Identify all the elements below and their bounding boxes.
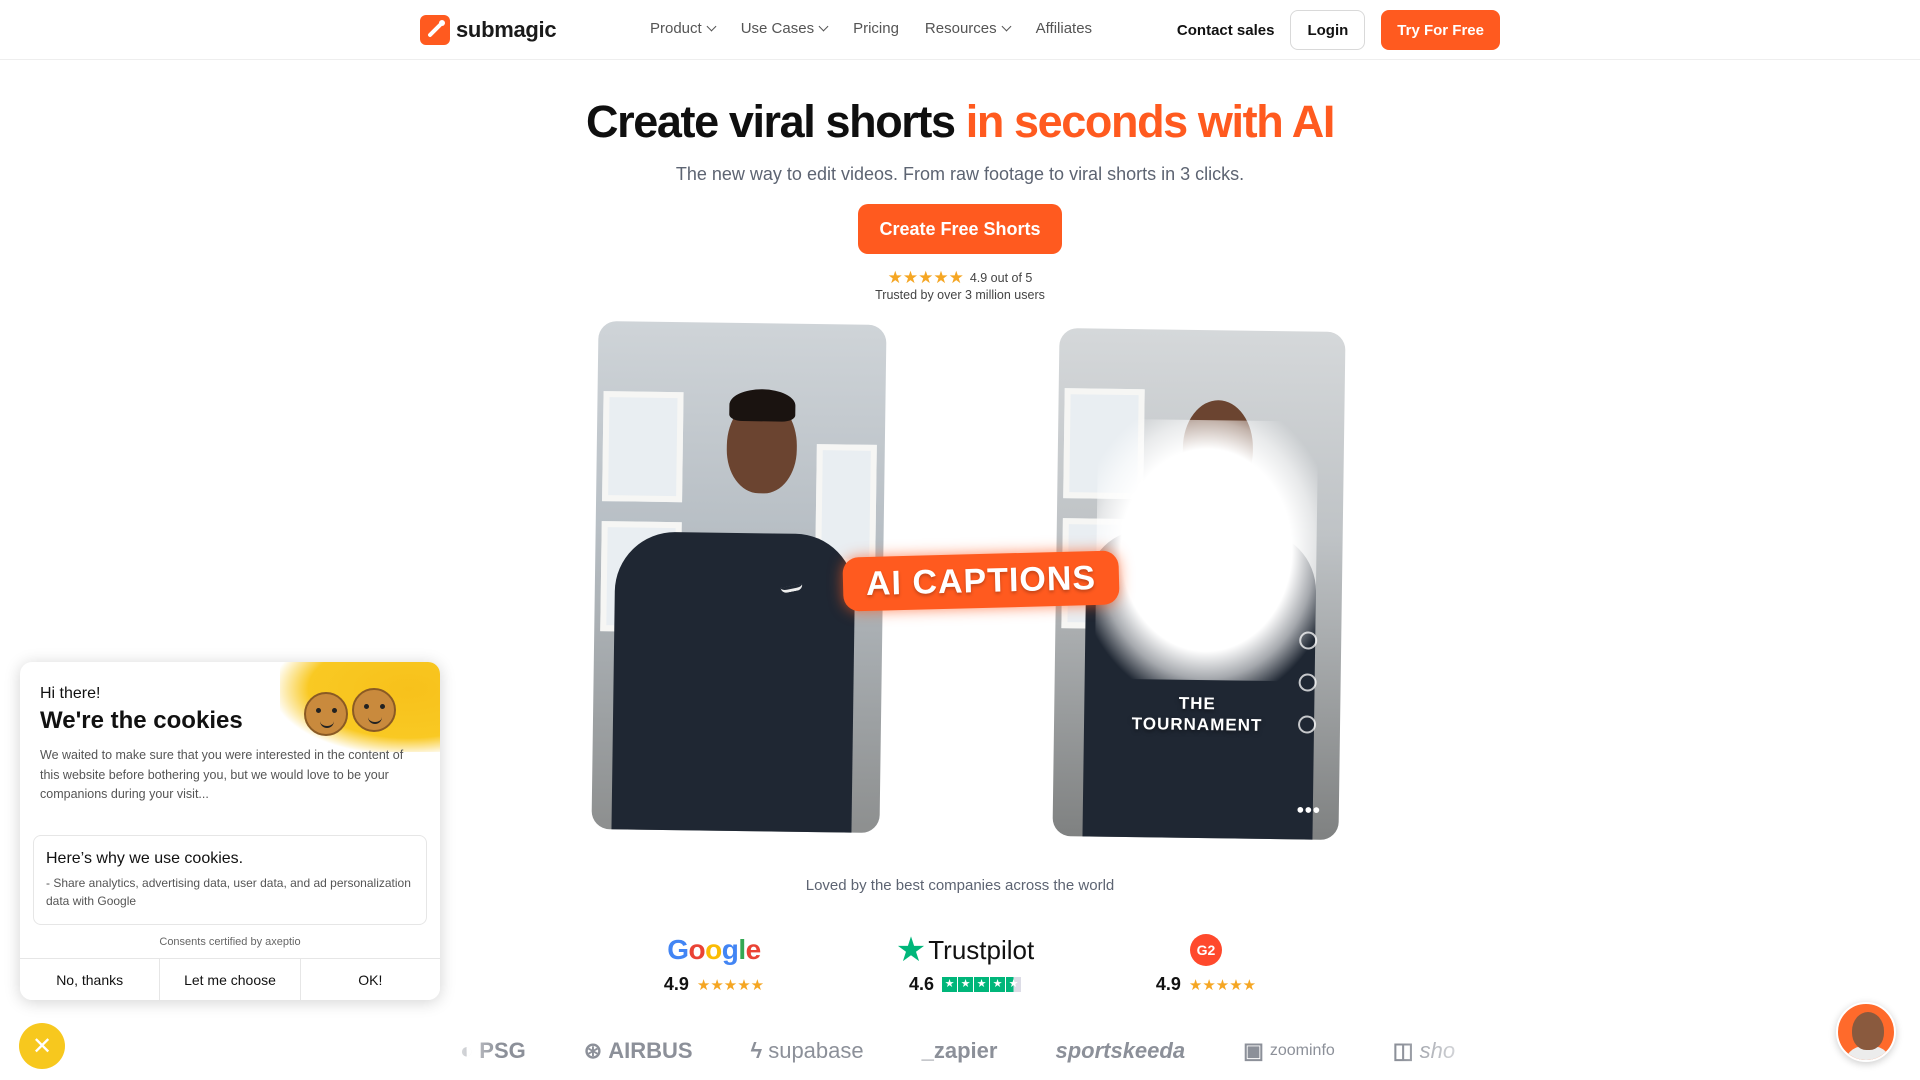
ai-captions-badge: AI CAPTIONS bbox=[842, 550, 1120, 612]
chevron-down-icon bbox=[706, 21, 717, 32]
close-icon[interactable]: ✕ bbox=[19, 1023, 65, 1069]
share-icon bbox=[1297, 715, 1317, 734]
stars-icon: ★★★★★ bbox=[696, 976, 765, 994]
google-logo: Google bbox=[667, 934, 761, 965]
fade-right bbox=[1400, 1026, 1490, 1076]
google-score: 4.9 bbox=[663, 974, 689, 994]
g2-score: 4.9 bbox=[1155, 974, 1181, 994]
cookie-character-icon bbox=[304, 692, 348, 736]
cookie-character-icon bbox=[352, 688, 396, 732]
chat-avatar[interactable] bbox=[1836, 1002, 1896, 1062]
contact-sales-link[interactable]: Contact sales bbox=[1177, 22, 1275, 39]
nav-use-cases[interactable]: Use Cases bbox=[740, 20, 829, 37]
no-thanks-button[interactable]: No, thanks bbox=[20, 959, 161, 1000]
company-supabase: ϟ supabase bbox=[750, 1038, 864, 1063]
consent-certified: Consents certified by axeptio bbox=[159, 936, 301, 948]
trusted-text: Trusted by over 3 million users bbox=[875, 288, 1045, 302]
comment-icon bbox=[1298, 673, 1317, 692]
let-me-choose-button[interactable]: Let me choose bbox=[160, 959, 301, 1000]
trustpilot-star-icon: ★ bbox=[895, 931, 927, 969]
page: submagic Product Use Cases Pricing Resou… bbox=[0, 0, 1920, 1080]
nav-use-cases-label: Use Cases bbox=[740, 20, 815, 37]
hero-title-accent: in seconds with AI bbox=[965, 96, 1336, 147]
nav-resources[interactable]: Resources bbox=[924, 20, 1012, 37]
nav-pricing[interactable]: Pricing bbox=[853, 20, 899, 37]
cookie-greeting: Hi there! bbox=[40, 685, 101, 702]
nav-pricing-label: Pricing bbox=[853, 20, 899, 37]
cookie-illustration bbox=[280, 662, 440, 752]
nav-affiliates[interactable]: Affiliates bbox=[1036, 20, 1092, 37]
avatar-face bbox=[1852, 1012, 1884, 1050]
person-shirt bbox=[611, 531, 856, 833]
hero-title: Create viral shorts in seconds with AI bbox=[0, 96, 1920, 148]
login-button[interactable]: Login bbox=[1290, 10, 1366, 50]
main-nav: Product Use Cases Pricing Resources Affi… bbox=[650, 20, 1092, 37]
magic-wand-icon bbox=[420, 15, 450, 45]
window-pane bbox=[602, 391, 684, 503]
rating-stars-icon: ★★★★★ bbox=[887, 268, 964, 287]
zoominfo-icon: ▣ bbox=[1243, 1038, 1264, 1063]
cookie-banner: Hi there! We're the cookies We waited to… bbox=[20, 662, 440, 1000]
cookie-why-title: Here’s why we use cookies. bbox=[46, 850, 244, 867]
supabase-bolt-icon: ϟ bbox=[750, 1038, 763, 1063]
header-actions: Contact sales Login Try For Free bbox=[1177, 10, 1500, 50]
nav-resources-label: Resources bbox=[924, 20, 997, 37]
more-icon: ••• bbox=[1296, 799, 1321, 822]
review-google: Google 4.9 ★★★★★ bbox=[644, 930, 784, 995]
cookie-body: We waited to make sure that you were int… bbox=[40, 748, 404, 801]
trustpilot-stars-icon: ★ ★ ★ ★ ★ bbox=[942, 977, 1022, 992]
try-for-free-button[interactable]: Try For Free bbox=[1381, 10, 1500, 50]
trustpilot-name: Trustpilot bbox=[928, 934, 1035, 965]
company-zoominfo: ▣ zoominfo bbox=[1243, 1038, 1335, 1063]
airbus-icon: ⊛ bbox=[583, 1038, 603, 1063]
nav-product-label: Product bbox=[650, 20, 702, 37]
stars-icon: ★★★★★ bbox=[1188, 976, 1257, 994]
create-free-shorts-button[interactable]: Create Free Shorts bbox=[858, 204, 1062, 254]
nav-product[interactable]: Product bbox=[650, 20, 717, 37]
company-airbus: ⊛ AIRBUS bbox=[583, 1038, 693, 1063]
rating-value: 4.9 out of 5 bbox=[969, 271, 1033, 285]
g2-logo: G2 bbox=[1136, 930, 1276, 970]
ai-captions-label: AI CAPTIONS bbox=[865, 558, 1097, 603]
review-trustpilot: ★ Trustpilot 4.6 ★ ★ ★ ★ ★ bbox=[890, 930, 1040, 995]
cookie-title: We're the cookies bbox=[40, 707, 243, 734]
g2-icon: G2 bbox=[1190, 934, 1222, 966]
review-g2: G2 4.9 ★★★★★ bbox=[1136, 930, 1276, 995]
chevron-down-icon bbox=[818, 21, 829, 32]
cookie-why-box[interactable]: Here’s why we use cookies. - Share analy… bbox=[33, 835, 427, 925]
nav-affiliates-label: Affiliates bbox=[1035, 20, 1093, 37]
chevron-down-icon bbox=[1001, 21, 1012, 32]
ok-button[interactable]: OK! bbox=[300, 959, 440, 1000]
trustpilot-score: 4.6 bbox=[908, 974, 935, 994]
person-hair bbox=[729, 388, 796, 422]
company-sportskeeda: sportskeeda bbox=[1055, 1038, 1186, 1063]
glow-effect bbox=[1094, 418, 1319, 682]
site-header: submagic Product Use Cases Pricing Resou… bbox=[0, 0, 1920, 60]
heart-icon bbox=[1299, 631, 1318, 650]
cookie-actions: No, thanks Let me choose OK! bbox=[20, 958, 440, 1000]
company-logos: ◐PSG ⊛AIRBUS ϟsupabase _zapier sportskee… bbox=[460, 1034, 1460, 1068]
company-zapier: _zapier bbox=[921, 1038, 998, 1063]
hero-subtitle: The new way to edit videos. From raw foo… bbox=[675, 164, 1245, 184]
rating: ★★★★★ 4.9 out of 5 bbox=[0, 268, 1920, 288]
fade-left bbox=[440, 1026, 500, 1076]
cookie-why-item: - Share analytics, advertising data, use… bbox=[46, 876, 411, 908]
hero-title-main: Create viral shorts bbox=[586, 96, 956, 147]
trustpilot-logo: ★ Trustpilot bbox=[890, 930, 1040, 970]
brand-name: submagic bbox=[456, 17, 557, 42]
video-side-icons bbox=[1297, 631, 1322, 757]
brand-logo[interactable]: submagic bbox=[420, 15, 557, 45]
